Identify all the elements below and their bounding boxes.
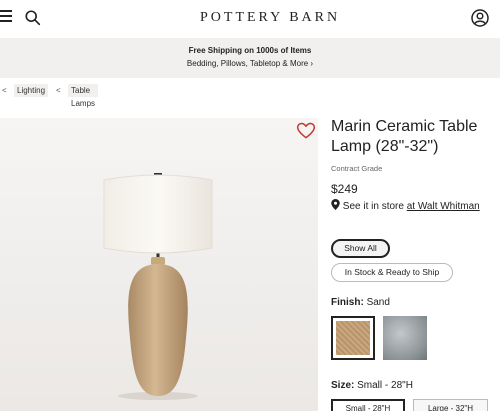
search-icon[interactable] <box>24 9 42 27</box>
promo-banner[interactable]: Free Shipping on 1000s of Items Bedding,… <box>0 38 500 78</box>
product-title: Marin Ceramic Table Lamp (28"-32") <box>331 118 478 155</box>
promo-subtitle[interactable]: Bedding, Pillows, Tabletop & More › <box>0 59 500 68</box>
size-option-small[interactable]: Small - 28"H <box>331 399 405 411</box>
contract-grade-label: Contract Grade <box>331 164 383 173</box>
filter-show-all-button[interactable]: Show All <box>331 239 390 258</box>
product-price: $249 <box>331 182 358 196</box>
account-icon[interactable] <box>470 8 490 28</box>
lamp-illustration <box>103 173 213 400</box>
finish-heading: Finish: <box>331 297 364 308</box>
swatch-sand[interactable] <box>331 316 375 360</box>
store-availability: See it in store at Walt Whitman <box>331 199 480 213</box>
size-option-large[interactable]: Large - 32"H <box>413 399 488 411</box>
site-header: POTTERY BARN <box>0 0 500 38</box>
breadcrumb-item-table-lamps[interactable]: Table Lamps <box>68 84 98 108</box>
brand-logo[interactable]: POTTERY BARN <box>200 10 340 26</box>
swatch-gray-fill <box>383 316 427 360</box>
menu-icon[interactable] <box>0 10 12 24</box>
breadcrumb-separator: < <box>56 86 61 95</box>
promo-title: Free Shipping on 1000s of Items <box>188 46 312 55</box>
swatch-sand-fill <box>336 321 370 355</box>
favorite-heart-icon[interactable] <box>296 121 316 141</box>
finish-label: Finish: Sand <box>331 297 390 308</box>
size-heading: Size: <box>331 380 355 391</box>
breadcrumb-item-lighting[interactable]: Lighting <box>14 84 49 97</box>
filter-in-stock-button[interactable]: In Stock & Ready to Ship <box>331 263 453 282</box>
product-image[interactable] <box>0 118 318 411</box>
store-link[interactable]: at Walt Whitman <box>407 201 480 212</box>
breadcrumb-separator: < <box>2 86 7 95</box>
store-prefix-text: See it in store <box>342 201 404 212</box>
finish-value: Sand <box>366 297 390 308</box>
size-value: Small - 28"H <box>357 380 413 391</box>
location-pin-icon <box>331 199 340 210</box>
size-label: Size: Small - 28"H <box>331 380 413 391</box>
swatch-gray[interactable] <box>383 316 427 360</box>
